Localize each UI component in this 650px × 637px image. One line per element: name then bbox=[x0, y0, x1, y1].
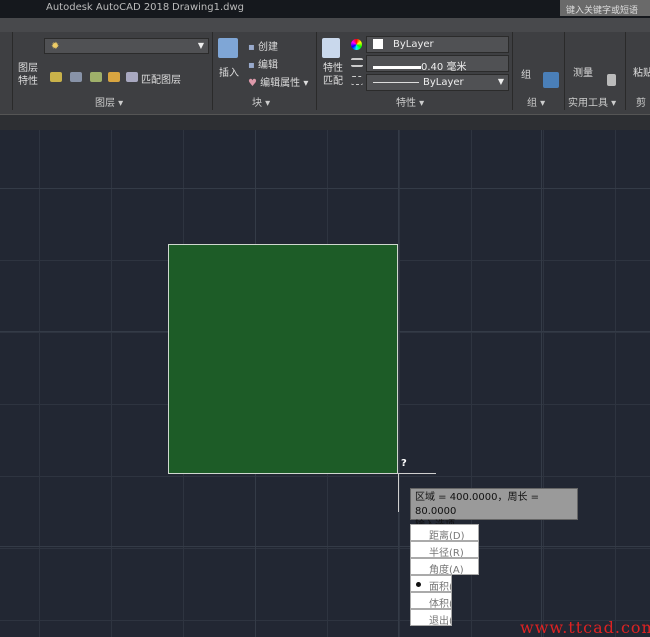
paste-button[interactable]: 粘贴 bbox=[633, 64, 650, 79]
insert-block-icon[interactable] bbox=[218, 38, 238, 58]
menu-item-exit[interactable]: 退出(X) bbox=[410, 609, 452, 626]
ribbon: ✹ ▼ 图层 特性 匹配图层 图层 ▾ 插入 ▪ 创建 ▪ 编辑 ♥ 编辑属性 ▾… bbox=[0, 18, 650, 114]
color-combo[interactable]: ByLayer bbox=[366, 36, 509, 53]
cursor-hint: ? bbox=[401, 458, 407, 469]
layer-icon[interactable] bbox=[126, 72, 138, 82]
groups-panel-label[interactable]: 组 ▾ bbox=[527, 98, 545, 110]
file-tabs-bar bbox=[0, 114, 650, 130]
search-input[interactable]: 键入关键字或短语 bbox=[560, 0, 650, 16]
crosshair-vertical bbox=[398, 474, 399, 512]
layer-combo[interactable]: ✹ ▼ bbox=[44, 38, 209, 54]
calculator-icon[interactable] bbox=[607, 74, 616, 86]
title-bar: Autodesk AutoCAD 2018 Drawing1.dwg 键入关键字… bbox=[0, 0, 650, 18]
color-wheel-icon bbox=[351, 39, 362, 50]
measure-button[interactable]: 测量 bbox=[573, 64, 593, 79]
utilities-panel-label[interactable]: 实用工具 ▾ bbox=[568, 98, 616, 110]
lineweight-combo[interactable]: 0.40 毫米 bbox=[366, 55, 509, 73]
filled-square[interactable] bbox=[168, 244, 398, 474]
lineweight-icon bbox=[351, 58, 363, 67]
menu-item-volume[interactable]: 体积(V) bbox=[410, 592, 452, 609]
menu-item-area[interactable]: 面积(AR) bbox=[410, 575, 452, 592]
layers-panel-label[interactable]: 图层 ▾ bbox=[95, 98, 123, 110]
create-block-button[interactable]: ▪ 创建 bbox=[248, 38, 278, 53]
group-button[interactable]: 组 bbox=[521, 66, 531, 81]
match-properties-icon[interactable] bbox=[322, 38, 340, 58]
layer-icon[interactable] bbox=[108, 72, 120, 82]
layer-icon[interactable] bbox=[70, 72, 82, 82]
match-layer-button[interactable]: 匹配图层 bbox=[141, 71, 181, 86]
layer-properties-button[interactable]: 图层 特性 bbox=[18, 62, 38, 88]
watermark: www.ttcad.com bbox=[520, 618, 650, 637]
properties-panel-label[interactable]: 特性 ▾ bbox=[396, 98, 424, 110]
menu-item-angle[interactable]: 角度(A) bbox=[410, 558, 479, 575]
measure-tooltip: 区域 = 400.0000，周长 = 80.0000 输入选项 bbox=[410, 488, 578, 531]
edit-block-button[interactable]: ▪ 编辑 bbox=[248, 56, 278, 71]
layer-icon[interactable] bbox=[90, 72, 102, 82]
edit-attributes-button[interactable]: ♥ 编辑属性 ▾ bbox=[248, 74, 308, 89]
file-title: Drawing1.dwg bbox=[172, 2, 244, 13]
linetype-icon bbox=[351, 76, 363, 85]
sun-icon: ✹ bbox=[51, 41, 60, 52]
app-title: Autodesk AutoCAD 2018 bbox=[46, 2, 170, 13]
match-properties-button[interactable]: 特性 匹配 bbox=[323, 62, 343, 88]
block-panel-label[interactable]: 块 ▾ bbox=[252, 98, 270, 110]
menu-item-distance[interactable]: 距离(D) bbox=[410, 524, 479, 541]
layer-icon[interactable] bbox=[50, 72, 62, 82]
group-select-icon[interactable] bbox=[543, 72, 559, 88]
linetype-combo[interactable]: ByLayer ▼ bbox=[366, 74, 509, 91]
insert-button[interactable]: 插入 bbox=[219, 64, 239, 79]
measure-result: 区域 = 400.0000，周长 = 80.0000 bbox=[415, 492, 540, 517]
clipboard-panel-label[interactable]: 剪 bbox=[636, 98, 646, 110]
menu-item-radius[interactable]: 半径(R) bbox=[410, 541, 479, 558]
selected-bullet-icon bbox=[416, 582, 421, 587]
